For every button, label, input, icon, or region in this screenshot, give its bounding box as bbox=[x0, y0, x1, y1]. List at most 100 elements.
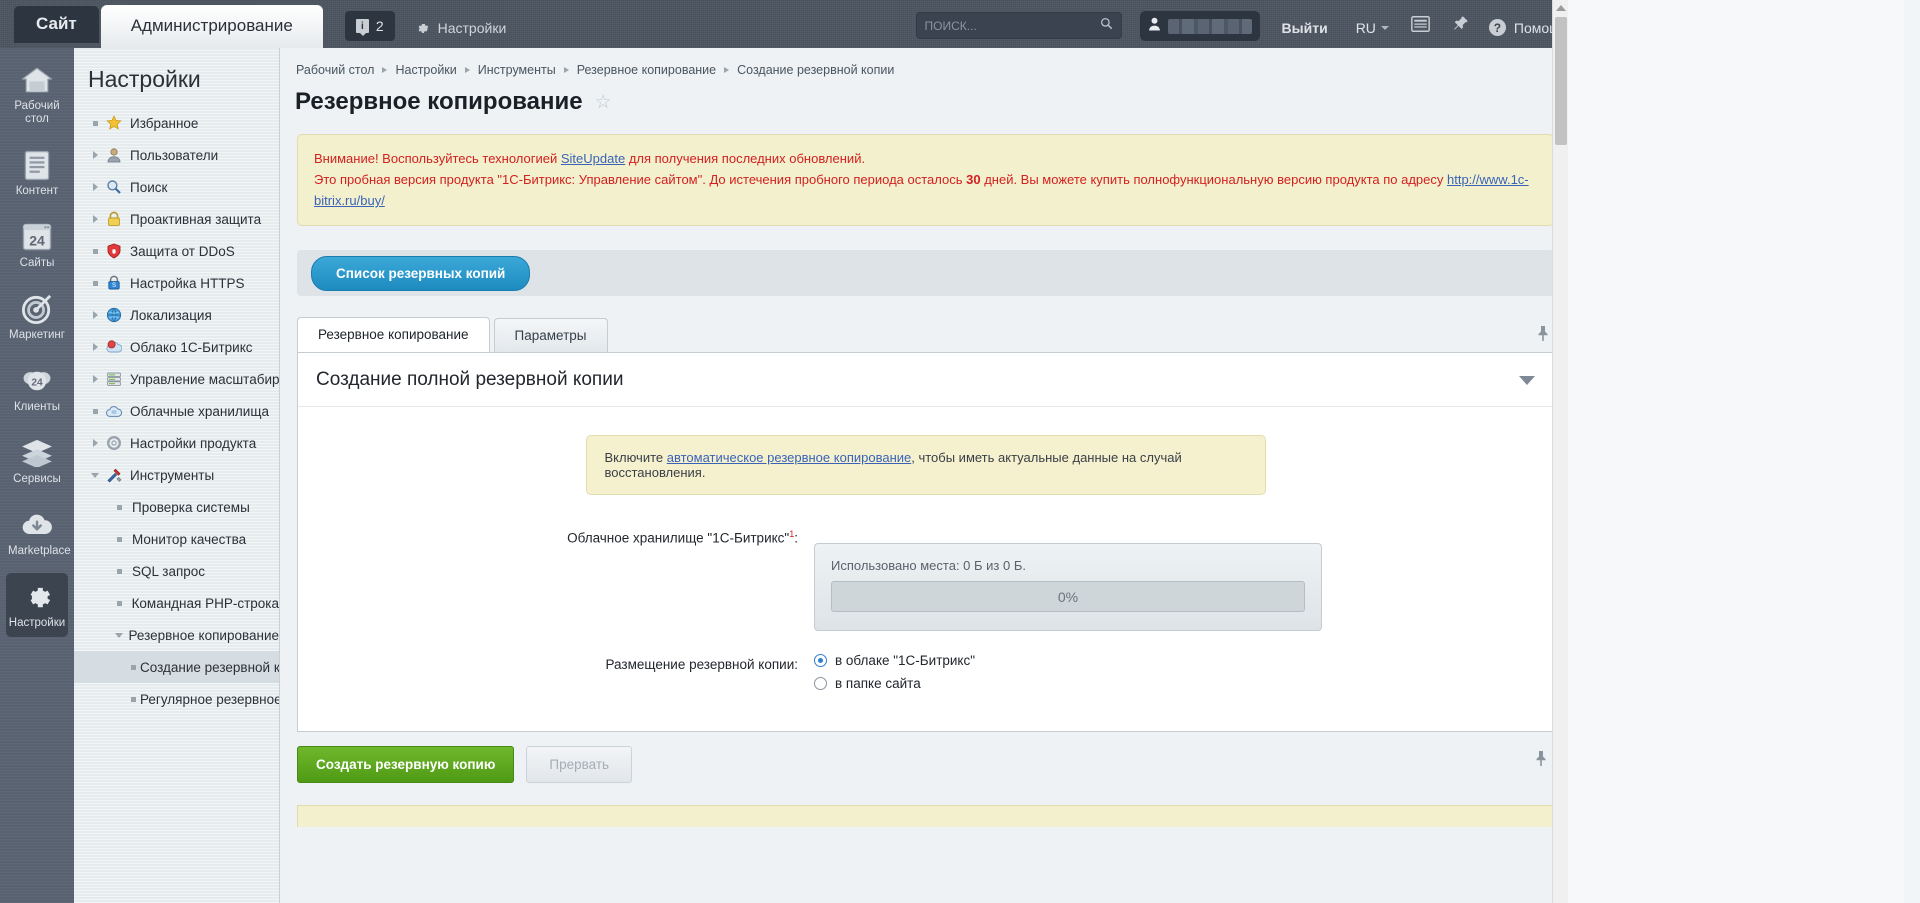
page-background-filler bbox=[1568, 0, 1904, 903]
cloud-storage-icon bbox=[105, 402, 123, 420]
chevron-right-icon[interactable] bbox=[88, 151, 102, 159]
tree-item-6[interactable]: Локализация bbox=[74, 299, 279, 331]
marker bbox=[92, 248, 98, 254]
backup-list-button[interactable]: Список резервных копий bbox=[311, 255, 531, 291]
tree-item-4[interactable]: Защита от DDoS bbox=[74, 235, 279, 267]
scrollbar-thumb[interactable] bbox=[1555, 17, 1567, 145]
radio-folder[interactable] bbox=[814, 677, 827, 690]
tab-administration[interactable]: Администрирование bbox=[100, 5, 323, 48]
tree-item-0[interactable]: Избранное bbox=[74, 107, 279, 139]
sidebar-item-marketing[interactable]: Маркетинг bbox=[6, 285, 68, 349]
tab-site[interactable]: Сайт bbox=[14, 6, 99, 43]
language-switcher[interactable]: RU bbox=[1356, 20, 1389, 36]
marker bbox=[116, 504, 122, 510]
user-menu[interactable] bbox=[1139, 11, 1260, 41]
tree-item-3[interactable]: Проактивная защита bbox=[74, 203, 279, 235]
pin-icon[interactable] bbox=[1534, 750, 1548, 771]
tree-item-16[interactable]: Резервное копирование bbox=[74, 619, 279, 651]
search-box[interactable] bbox=[915, 12, 1122, 39]
star-icon bbox=[105, 114, 123, 132]
collapse-triangle-icon[interactable] bbox=[1519, 375, 1535, 385]
tree-item-12[interactable]: Проверка системы bbox=[74, 491, 279, 523]
chevron-down-icon[interactable] bbox=[88, 472, 102, 478]
bullet-icon bbox=[126, 696, 140, 702]
breadcrumb-item[interactable]: Инструменты bbox=[478, 63, 556, 77]
tree-item-14[interactable]: SQL запрос bbox=[74, 555, 279, 587]
tree-item-18[interactable]: Регулярное резервное bbox=[74, 683, 279, 715]
tree-item-11[interactable]: Инструменты bbox=[74, 459, 279, 491]
chevron-right-icon[interactable] bbox=[88, 183, 102, 191]
icon-rail: Рабочий стол Контент 24 Сайты Маркетинг … bbox=[0, 48, 74, 903]
breadcrumb-item[interactable]: Рабочий стол bbox=[296, 63, 374, 77]
topbar-settings-label: Настройки bbox=[437, 20, 507, 36]
pin-icon[interactable] bbox=[1452, 15, 1469, 37]
tree-item-15[interactable]: Командная PHP-строка bbox=[74, 587, 279, 619]
settings-tree-title: Настройки bbox=[88, 66, 201, 92]
bullet-icon bbox=[112, 536, 126, 542]
chevron-right-icon[interactable] bbox=[88, 343, 102, 351]
placement-options: в облаке "1С-Битрикс" в папке сайта bbox=[798, 653, 975, 699]
tree-item-10[interactable]: Настройки продукта bbox=[74, 427, 279, 459]
pin-icon[interactable] bbox=[1536, 325, 1550, 346]
sidebar-item-marketplace[interactable]: Marketplace bbox=[6, 501, 71, 565]
tree-item-5[interactable]: S Настройка HTTPS bbox=[74, 267, 279, 299]
chevron-right-icon[interactable] bbox=[88, 375, 102, 383]
tree-item-13[interactable]: Монитор качества bbox=[74, 523, 279, 555]
topbar-settings-link[interactable]: Настройки bbox=[415, 20, 507, 36]
tree-item-label: Проактивная защита bbox=[130, 211, 262, 227]
auto-backup-text-a: Включите bbox=[604, 450, 667, 465]
chevron-right-icon[interactable] bbox=[88, 439, 102, 447]
notifications-button[interactable]: i 2 bbox=[344, 11, 395, 41]
page-title-row: Резервное копирование ☆ bbox=[281, 77, 1568, 116]
sites-24-icon: 24 bbox=[8, 221, 66, 253]
sidebar-label: Сайты bbox=[19, 257, 55, 269]
cloud-download-icon bbox=[8, 509, 66, 541]
breadcrumb-item[interactable]: Резервное копирование bbox=[577, 63, 716, 77]
tab-parameters[interactable]: Параметры bbox=[493, 318, 608, 352]
sidebar-item-clients[interactable]: 24 Клиенты bbox=[6, 357, 68, 421]
panel-toggle-button[interactable] bbox=[1411, 16, 1430, 37]
abort-button: Прервать bbox=[526, 746, 633, 783]
marker bbox=[92, 151, 98, 159]
auto-backup-link[interactable]: автоматическое резервное копирование bbox=[667, 450, 912, 465]
radio-cloud[interactable] bbox=[814, 654, 827, 667]
tree-item-9[interactable]: Облачные хранилища bbox=[74, 395, 279, 427]
sidebar-item-sites[interactable]: 24 Сайты bbox=[6, 213, 68, 277]
breadcrumb-item[interactable]: Настройки bbox=[395, 63, 456, 77]
notice-trial-b: дней. Вы можете купить полнофункциональн… bbox=[980, 172, 1447, 187]
tree-item-7[interactable]: Облако 1С-Битрикс bbox=[74, 331, 279, 363]
tree-item-8[interactable]: Управление масштабирова bbox=[74, 363, 279, 395]
sidebar-item-settings[interactable]: Настройки bbox=[6, 573, 68, 637]
tree-item-label: Проверка системы bbox=[132, 499, 250, 515]
search-input[interactable] bbox=[924, 18, 1100, 33]
siteupdate-link[interactable]: SiteUpdate bbox=[561, 151, 625, 166]
page-scrollbar[interactable] bbox=[1552, 0, 1568, 903]
marker bbox=[92, 343, 98, 351]
sidebar-item-desktop[interactable]: Рабочий стол bbox=[6, 56, 68, 133]
chevron-right-icon[interactable] bbox=[88, 215, 102, 223]
tree-item-1[interactable]: Пользователи bbox=[74, 139, 279, 171]
favorite-star-icon[interactable]: ☆ bbox=[595, 91, 612, 114]
notice-line-1: Внимание! Воспользуйтесь технологией Sit… bbox=[314, 148, 1537, 169]
sidebar-item-content[interactable]: Контент bbox=[6, 141, 68, 205]
tree-item-2[interactable]: Поиск bbox=[74, 171, 279, 203]
placement-option-cloud[interactable]: в облаке "1С-Битрикс" bbox=[814, 653, 975, 668]
tree-item-label: Защита от DDoS bbox=[130, 243, 235, 259]
tree-item-17[interactable]: Создание резервной ко bbox=[74, 651, 279, 683]
chevron-right-icon[interactable] bbox=[88, 311, 102, 319]
placement-option-folder[interactable]: в папке сайта bbox=[814, 676, 975, 691]
shield-icon bbox=[105, 242, 123, 260]
create-backup-button[interactable]: Создать резервную копию bbox=[297, 746, 515, 783]
sidebar-item-services[interactable]: Сервисы bbox=[6, 429, 68, 493]
notice-text-b: для получения последних обновлений. bbox=[625, 151, 866, 166]
search-icon[interactable] bbox=[1100, 17, 1113, 35]
scroll-up-arrow-icon[interactable] bbox=[1555, 5, 1566, 11]
trial-notice: Внимание! Воспользуйтесь технологией Sit… bbox=[297, 134, 1554, 226]
tab-backup[interactable]: Резервное копирование bbox=[297, 317, 490, 352]
main-content: Рабочий стол Настройки Инструменты Резервно… bbox=[281, 48, 1568, 903]
svg-text:24: 24 bbox=[29, 232, 45, 248]
chevron-down-icon[interactable] bbox=[112, 632, 126, 638]
logout-link[interactable]: Выйти bbox=[1282, 20, 1328, 36]
top-bar: Сайт Администрирование i 2 Настройки Вый bbox=[0, 0, 1568, 48]
tab-bar: Резервное копирование Параметры bbox=[297, 317, 1554, 352]
